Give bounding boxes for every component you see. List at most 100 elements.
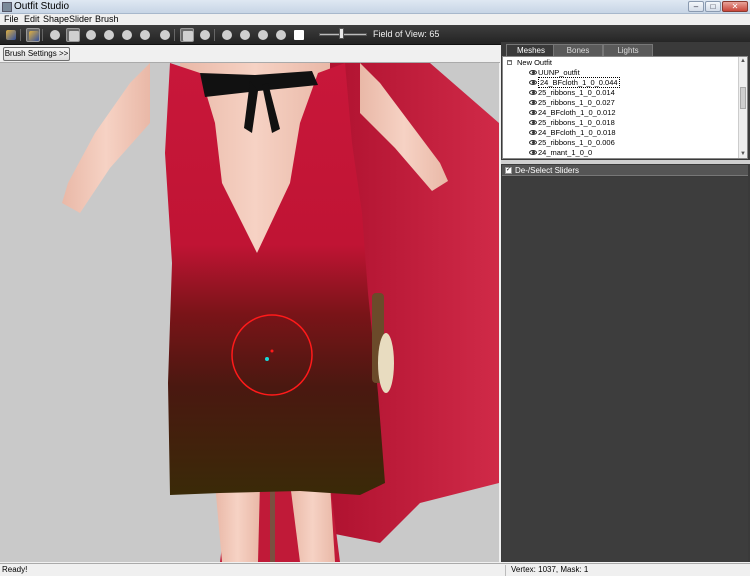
brush-settings-bar: Brush Settings >>	[0, 46, 500, 63]
mesh-tree-item-label: 24_mant_1_0_0	[538, 148, 593, 157]
menu-file[interactable]: File	[4, 14, 19, 25]
brush-settings-button[interactable]: Brush Settings >>	[3, 47, 70, 61]
eye-visibility-icon[interactable]	[529, 100, 537, 105]
smooth-brush-glyph	[122, 30, 132, 40]
scroll-up-icon[interactable]: ▲	[739, 57, 747, 65]
panel-splitter[interactable]	[501, 160, 750, 164]
mesh-tree-item[interactable]: 25_ribbons_1_0_0.014	[529, 88, 615, 98]
3d-viewport[interactable]	[0, 63, 499, 562]
right-panel: Meshes Bones Lights − New Outfit UUNP_ou…	[501, 42, 750, 562]
mesh-tree-item-label: 24_BFcloth_1_0_0.012	[538, 108, 616, 117]
brush-vertex-dot	[270, 349, 274, 353]
tree-root[interactable]: New Outfit	[517, 58, 552, 68]
eye-visibility-icon[interactable]	[529, 130, 537, 135]
left-leg	[215, 483, 260, 562]
mask-brush-glyph	[50, 30, 60, 40]
connected-icon[interactable]	[198, 28, 212, 42]
mesh-tree-item[interactable]: 25_ribbons_1_0_0.018	[529, 118, 615, 128]
mesh-tree-item-label: 25_ribbons_1_0_0.018	[538, 118, 615, 127]
scroll-thumb[interactable]	[740, 87, 746, 109]
weight-brush-icon[interactable]	[138, 28, 152, 42]
wireframe-view-glyph	[240, 30, 250, 40]
mask-brush-icon[interactable]	[48, 28, 62, 42]
mirror-x-icon[interactable]	[180, 28, 194, 42]
toolbar-separator	[42, 29, 43, 41]
transform-tool-icon[interactable]	[26, 28, 40, 42]
tree-scrollbar[interactable]: ▲ ▼	[738, 57, 747, 158]
deflate-brush-icon[interactable]	[84, 28, 98, 42]
eye-visibility-icon[interactable]	[529, 70, 537, 75]
sliders-header: ✓ De-/Select Sliders	[502, 165, 748, 176]
mirror-x-glyph	[183, 31, 193, 41]
mesh-tree[interactable]: − New Outfit UUNP_outfit 24_BFcloth_1_0_0…	[502, 56, 748, 159]
mesh-tree-item[interactable]: 24_BFcloth_1_0_0.018	[529, 128, 616, 138]
side-scroll	[378, 333, 394, 393]
weight-brush-glyph	[140, 30, 150, 40]
fov-slider-thumb[interactable]	[339, 28, 344, 39]
staff	[270, 483, 275, 562]
vertex-view-icon[interactable]	[220, 28, 234, 42]
status-bar: Ready! Vertex: 1037, Mask: 1	[0, 563, 750, 576]
deselect-sliders-label: De-/Select Sliders	[515, 166, 580, 175]
lighting-view-icon[interactable]	[256, 28, 270, 42]
mesh-tree-item-label: 24_BFcloth_1_0_0.018	[538, 128, 616, 137]
select-tool-glyph	[6, 30, 16, 40]
outfit-render	[62, 63, 499, 562]
scroll-down-icon[interactable]: ▼	[739, 150, 747, 158]
color-brush-glyph	[160, 30, 170, 40]
cube-view-glyph	[294, 30, 304, 40]
connected-glyph	[200, 30, 210, 40]
toolbar-separator	[214, 29, 215, 41]
window-title: Outfit Studio	[14, 1, 70, 12]
eye-visibility-icon[interactable]	[529, 80, 537, 85]
close-button[interactable]: ✕	[722, 1, 748, 12]
eye-visibility-icon[interactable]	[529, 140, 537, 145]
select-tool-icon[interactable]	[4, 28, 18, 42]
color-brush-icon[interactable]	[158, 28, 172, 42]
mesh-tree-item-label: 25_ribbons_1_0_0.014	[538, 88, 615, 97]
vertex-view-glyph	[222, 30, 232, 40]
eye-visibility-icon[interactable]	[529, 150, 537, 155]
title-bar[interactable]: Outfit Studio – □ ✕	[0, 0, 750, 14]
toolbar-separator	[174, 29, 175, 41]
mesh-tree-item[interactable]: 24_mant_1_0_0	[529, 148, 592, 158]
lighting-view-glyph	[258, 30, 268, 40]
brush-center-dot	[265, 357, 269, 361]
status-text: Ready!	[2, 565, 28, 574]
texture-view-icon[interactable]	[274, 28, 288, 42]
mesh-tree-item-label: 25_ribbons_1_0_0.027	[538, 98, 615, 107]
mesh-tree-item[interactable]: 24_BFcloth_1_0_0.012	[529, 108, 616, 118]
mesh-tree-item[interactable]: 25_ribbons_1_0_0.006	[529, 138, 615, 148]
sliders-list[interactable]	[502, 177, 748, 562]
move-brush-glyph	[104, 30, 114, 40]
move-brush-icon[interactable]	[102, 28, 116, 42]
mesh-tree-item[interactable]: 24_BFcloth_1_0_0.044	[529, 77, 620, 88]
inflate-brush-glyph	[69, 31, 79, 41]
mesh-tree-item[interactable]: 25_ribbons_1_0_0.027	[529, 98, 615, 108]
cube-view-icon[interactable]	[292, 28, 306, 42]
app-icon	[2, 2, 12, 12]
menu-shape[interactable]: Shape	[43, 14, 69, 25]
mesh-tree-item-label: 25_ribbons_1_0_0.006	[538, 138, 615, 147]
deflate-brush-glyph	[86, 30, 96, 40]
collapse-icon[interactable]: −	[507, 59, 512, 65]
mesh-tree-item-label: 24_BFcloth_1_0_0.044	[538, 77, 620, 88]
menu-brush[interactable]: Brush	[95, 14, 119, 25]
smooth-brush-icon[interactable]	[120, 28, 134, 42]
eye-visibility-icon[interactable]	[529, 110, 537, 115]
eye-visibility-icon[interactable]	[529, 90, 537, 95]
outfit-studio-window: Outfit Studio – □ ✕ File Edit Shape Slid…	[0, 0, 750, 576]
menu-edit[interactable]: Edit	[24, 14, 40, 25]
menu-bar: File Edit Shape Slider Brush	[0, 14, 750, 25]
minimize-button[interactable]: –	[688, 1, 704, 12]
left-arm	[62, 63, 150, 213]
inflate-brush-icon[interactable]	[66, 28, 80, 42]
maximize-button[interactable]: □	[705, 1, 721, 12]
eye-visibility-icon[interactable]	[529, 120, 537, 125]
deselect-sliders-checkbox[interactable]: ✓	[505, 167, 512, 174]
texture-view-glyph	[276, 30, 286, 40]
wireframe-view-icon[interactable]	[238, 28, 252, 42]
menu-slider[interactable]: Slider	[69, 14, 92, 25]
mesh-tree-item-label: UUNP_outfit	[538, 68, 580, 77]
field-of-view-label: Field of View: 65	[373, 29, 440, 39]
